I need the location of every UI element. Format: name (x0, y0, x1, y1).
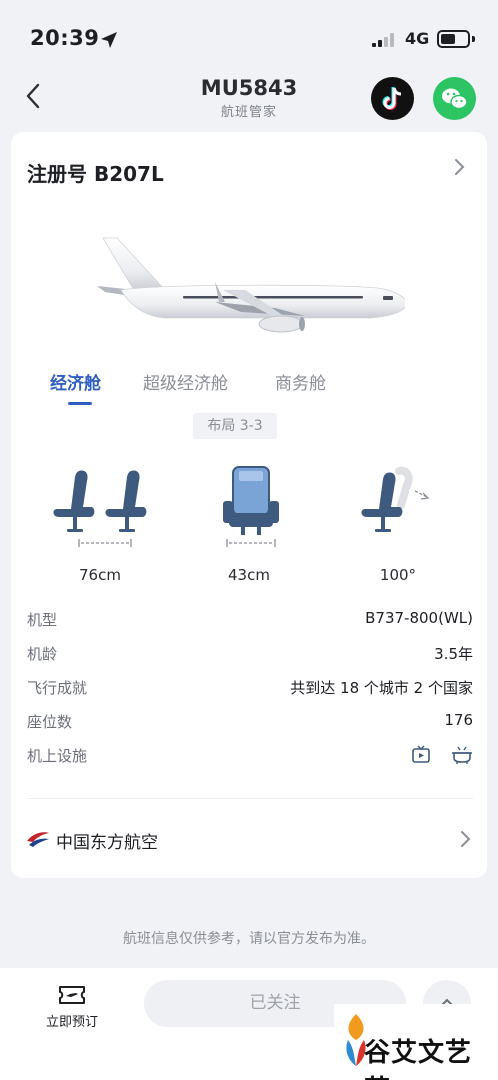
battery-icon (437, 30, 470, 48)
info-value: 共到达 18 个城市 2 个国家 (290, 679, 473, 697)
tiktok-icon (382, 87, 402, 110)
info-row-seat-count: 座位数 176 (27, 711, 473, 735)
aircraft-card: 注册号 B207L 经济舱 超级经济舱 商务舱 布局 3-3 76cm 43cm… (11, 132, 487, 878)
info-row-achievements: 飞行成就 共到达 18 个城市 2 个国家 (27, 677, 473, 701)
tiktok-share-button[interactable] (371, 77, 414, 120)
active-tab-indicator (68, 402, 92, 405)
info-label: 飞行成就 (27, 679, 88, 697)
seat-pitch-icon (53, 470, 147, 547)
info-row-aircraft-type: 机型 B737-800(WL) (27, 609, 473, 633)
tab-premium-economy[interactable]: 超级经济舱 (143, 369, 228, 394)
seat-width-value: 43cm (228, 566, 270, 584)
seat-width-icon (223, 466, 279, 547)
info-label: 座位数 (27, 713, 73, 731)
status-bar: 20:39 4G (0, 0, 498, 72)
meal-icon (452, 746, 472, 764)
page-title: MU5843 (200, 76, 298, 100)
network-type: 4G (405, 29, 430, 48)
page-subtitle: 航班管家 (220, 105, 277, 120)
chevron-right-icon[interactable] (452, 158, 466, 176)
watermark-text: 谷艾文艺苑 (364, 1038, 473, 1080)
entertainment-icon (412, 745, 430, 763)
info-row-aircraft-age: 机龄 3.5年 (27, 643, 473, 667)
info-label: 机龄 (27, 645, 58, 663)
divider (27, 798, 473, 799)
wechat-share-button[interactable] (433, 77, 476, 120)
info-value: 176 (444, 711, 473, 729)
seat-recline-value: 100° (379, 566, 417, 584)
china-eastern-logo (27, 832, 49, 847)
tab-business[interactable]: 商务舱 (275, 369, 326, 394)
location-arrow-icon (101, 32, 117, 48)
chevron-right-icon[interactable] (458, 830, 472, 848)
registration-title: 注册号 B207L (27, 162, 164, 186)
info-row-facilities: 机上设施 (27, 745, 473, 769)
signal-icon (372, 33, 394, 47)
aircraft-image (97, 237, 405, 333)
status-time: 20:39 (30, 26, 100, 50)
info-value: B737-800(WL) (365, 609, 473, 627)
wechat-icon (442, 88, 468, 110)
battery-tip (472, 36, 475, 42)
tab-economy[interactable]: 经济舱 (50, 369, 101, 394)
info-value: 3.5年 (434, 645, 473, 663)
disclaimer-text: 航班信息仅供参考，请以官方发布为准。 (123, 931, 375, 947)
seat-pitch-value: 76cm (79, 566, 121, 584)
ticket-icon[interactable] (57, 983, 87, 1007)
info-label: 机型 (27, 611, 58, 629)
book-now-label[interactable]: 立即预订 (40, 1011, 104, 1030)
info-label: 机上设施 (27, 747, 88, 765)
seat-layout-badge: 布局 3-3 (193, 413, 277, 439)
cabin-tabs: 经济舱 超级经济舱 商务舱 (11, 369, 487, 405)
seat-recline-icon (361, 466, 430, 532)
airline-name[interactable]: 中国东方航空 (56, 828, 158, 853)
